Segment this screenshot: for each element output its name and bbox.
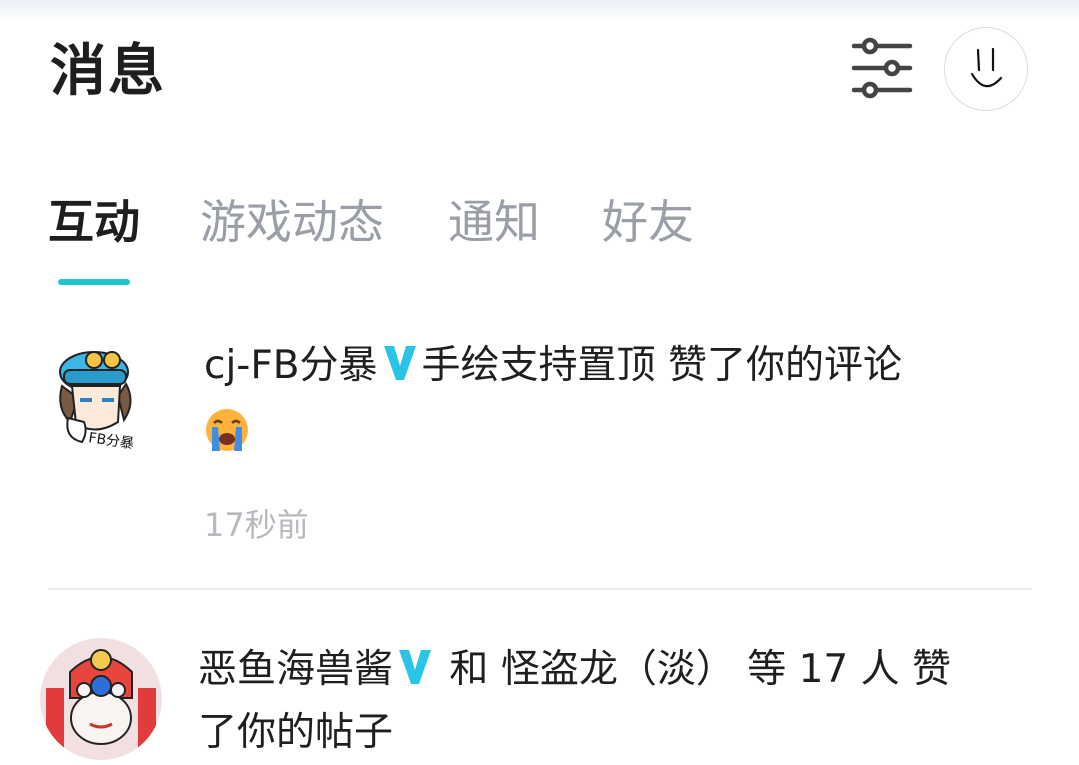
tab-notifications[interactable]: 通知 bbox=[448, 190, 540, 254]
page-title: 消息 bbox=[50, 39, 166, 104]
verified-badge-icon bbox=[399, 650, 432, 684]
smiley-avatar-icon bbox=[970, 47, 1003, 88]
message-action: 和 怪盗龙（淡） 等 17 人 赞 bbox=[449, 647, 952, 692]
message-action: 手绘支持置顶 赞了你的评论 bbox=[421, 343, 902, 388]
user-avatar[interactable]: FB分暴 bbox=[48, 338, 158, 450]
username[interactable]: 恶鱼海兽酱 bbox=[198, 647, 393, 692]
user-avatar[interactable] bbox=[40, 638, 162, 760]
my-avatar-button[interactable] bbox=[944, 27, 1028, 111]
message-emoji-line bbox=[204, 400, 250, 466]
crying-face-emoji-icon bbox=[206, 409, 248, 451]
tab-game-updates[interactable]: 游戏动态 bbox=[200, 190, 384, 254]
message-content-line2: 了你的帖子 bbox=[198, 710, 394, 755]
verified-badge-icon bbox=[383, 346, 416, 380]
tab-interaction[interactable]: 互动 bbox=[48, 190, 140, 254]
message-time: 17秒前 bbox=[204, 506, 309, 544]
active-tab-indicator bbox=[58, 279, 130, 285]
tab-bar: 互动 游戏动态 通知 好友 bbox=[0, 190, 1079, 290]
avatar-caption: FB分暴 bbox=[87, 430, 134, 450]
filter-button[interactable] bbox=[848, 36, 916, 100]
message-content[interactable]: cj-FB分暴 手绘支持置顶 赞了你的评论 bbox=[204, 333, 902, 399]
settings-sliders-icon bbox=[851, 37, 913, 99]
message-content[interactable]: 恶鱼海兽酱 和 怪盗龙（淡） 等 17 人 赞 bbox=[198, 637, 951, 703]
messages-page: 消息 互动 游戏动态 通知 好友 FB分暴 cj-FB分暴 手绘支持置顶 赞了你… bbox=[0, 0, 1079, 765]
username[interactable]: cj-FB分暴 bbox=[204, 343, 378, 388]
divider bbox=[48, 588, 1032, 590]
tab-friends[interactable]: 好友 bbox=[602, 190, 694, 254]
